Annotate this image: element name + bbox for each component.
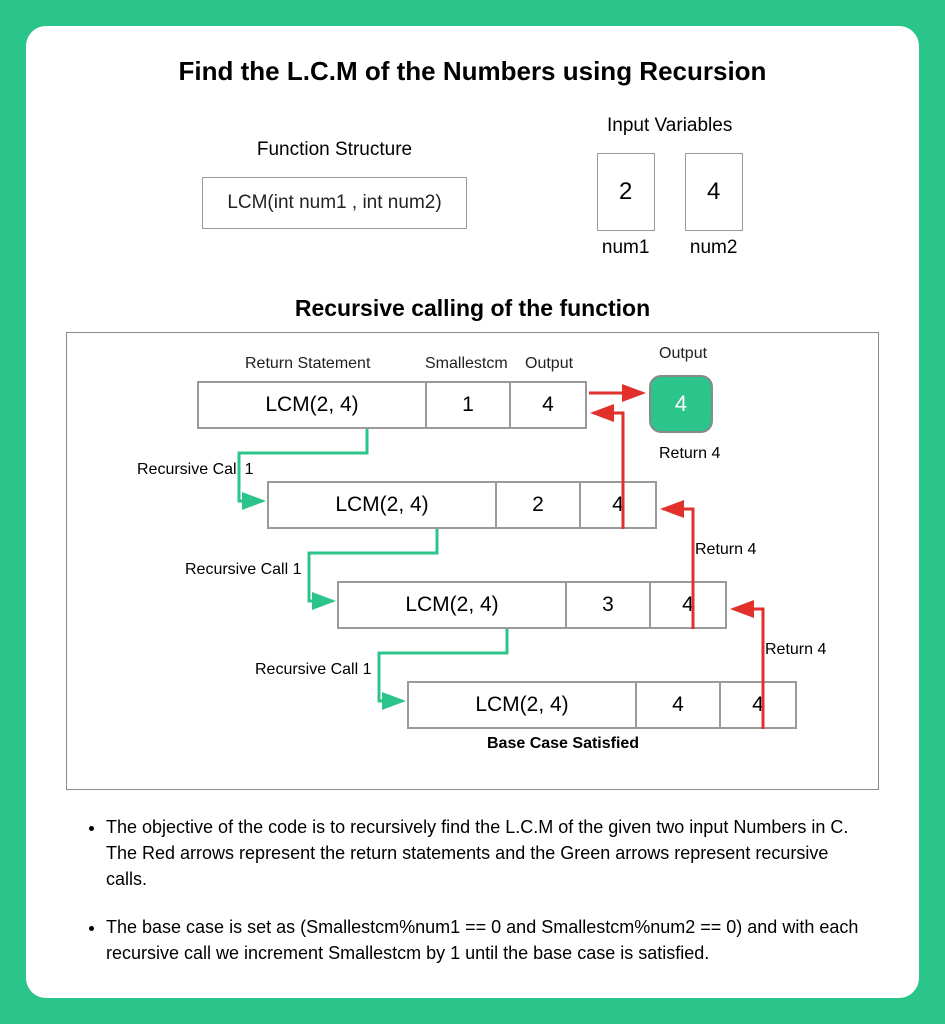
output-badge: 4 — [649, 375, 713, 433]
call0-fn: LCM(2, 4) — [199, 383, 427, 427]
header-smallest: Smallestcm — [425, 355, 508, 373]
call-row-0: LCM(2, 4) 1 4 — [197, 381, 587, 429]
function-box: LCM(int num1 , int num2) — [202, 177, 466, 229]
input-variables: Input Variables 2 num1 4 num2 — [597, 115, 743, 259]
header-output-badge: Output — [659, 345, 707, 363]
label-rec1: Recursive Call 1 — [137, 461, 253, 479]
call3-out: 4 — [721, 683, 795, 727]
var-num1: 2 num1 — [597, 153, 655, 259]
call1-sm: 2 — [497, 483, 581, 527]
var-num2-value: 4 — [685, 153, 743, 231]
call0-sm: 1 — [427, 383, 511, 427]
top-section: Function Structure LCM(int num1 , int nu… — [66, 115, 879, 259]
call2-out: 4 — [651, 583, 725, 627]
vars-label: Input Variables — [597, 115, 743, 137]
call-row-3: LCM(2, 4) 4 4 — [407, 681, 797, 729]
var-num1-name: num1 — [597, 237, 655, 259]
var-num2: 4 num2 — [685, 153, 743, 259]
var-boxes: 2 num1 4 num2 — [597, 153, 743, 259]
call3-sm: 4 — [637, 683, 721, 727]
call-row-1: LCM(2, 4) 2 4 — [267, 481, 657, 529]
main-panel: Find the L.C.M of the Numbers using Recu… — [26, 26, 919, 998]
call1-out: 4 — [581, 483, 655, 527]
call2-sm: 3 — [567, 583, 651, 627]
explanation-list: The objective of the code is to recursiv… — [66, 814, 879, 966]
call-row-2: LCM(2, 4) 3 4 — [337, 581, 727, 629]
recursion-diagram: Return Statement Smallestcm Output Outpu… — [66, 332, 879, 790]
function-structure: Function Structure LCM(int num1 , int nu… — [202, 139, 466, 229]
call0-out: 4 — [511, 383, 585, 427]
bullet-0: The objective of the code is to recursiv… — [106, 814, 859, 892]
var-num2-name: num2 — [685, 237, 743, 259]
diagram-title: Recursive calling of the function — [66, 295, 879, 322]
bullet-1: The base case is set as (Smallestcm%num1… — [106, 914, 859, 966]
label-ret2: Return 4 — [695, 541, 756, 559]
call3-fn: LCM(2, 4) — [409, 683, 637, 727]
header-output-col: Output — [525, 355, 573, 373]
function-label: Function Structure — [202, 139, 466, 161]
label-base: Base Case Satisfied — [487, 735, 639, 753]
label-ret1: Return 4 — [659, 445, 720, 463]
label-rec2: Recursive Call 1 — [185, 561, 301, 579]
header-return: Return Statement — [245, 355, 370, 373]
page-title: Find the L.C.M of the Numbers using Recu… — [66, 56, 879, 87]
label-ret3: Return 4 — [765, 641, 826, 659]
call2-fn: LCM(2, 4) — [339, 583, 567, 627]
label-rec3: Recursive Call 1 — [255, 661, 371, 679]
var-num1-value: 2 — [597, 153, 655, 231]
call1-fn: LCM(2, 4) — [269, 483, 497, 527]
